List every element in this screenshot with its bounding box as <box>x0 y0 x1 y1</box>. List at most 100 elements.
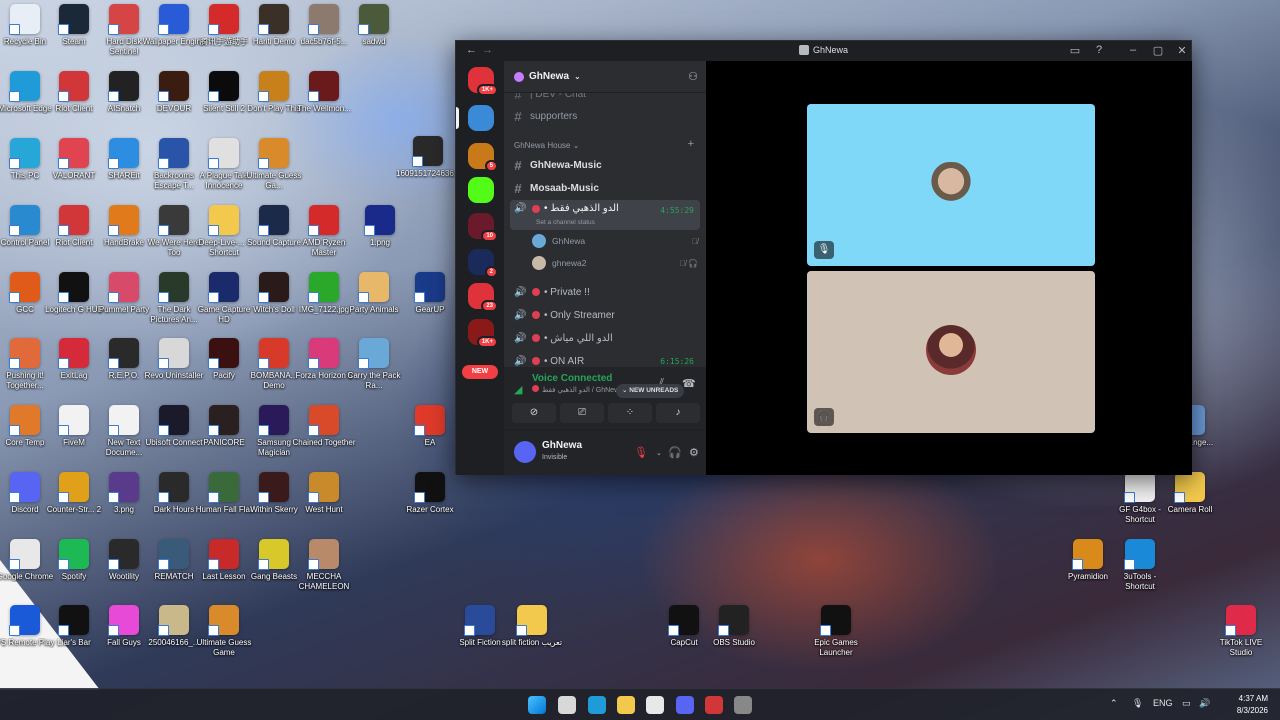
desktop-icon[interactable]: Ultimate Guess Ga... <box>244 138 304 200</box>
close-icon[interactable]: ✕ <box>1175 44 1189 57</box>
add-channel-icon[interactable]: + <box>688 138 694 150</box>
voice-channel[interactable]: 🔊 • Private !! <box>510 281 700 303</box>
desktop-icon[interactable]: Razer Cortex <box>400 472 460 534</box>
channel-ghnewa-music[interactable]: # GhNewa-Music <box>512 156 601 174</box>
app-icon[interactable] <box>734 696 752 714</box>
settings-gear-icon[interactable]: ⚙ <box>689 446 699 459</box>
image-file-icon <box>308 4 339 35</box>
chrome-icon[interactable] <box>646 696 664 714</box>
game-icon <box>208 539 239 570</box>
clock[interactable]: 4:37 AM 8/3/2026 <box>1237 693 1268 717</box>
windows-start-icon[interactable] <box>528 696 546 714</box>
desktop-icon[interactable]: AMD Ryzen Master <box>294 205 354 267</box>
tray-overflow-icon[interactable]: ⌃ <box>1110 698 1118 709</box>
desktop-icon-label: Party Animals <box>349 305 399 314</box>
core-temp-icon <box>9 405 40 436</box>
back-arrow-icon[interactable]: ← <box>466 44 477 56</box>
discord-icon[interactable] <box>676 696 694 714</box>
game-icon <box>358 272 389 303</box>
desktop-icon[interactable]: Chained Together <box>292 405 356 467</box>
game-icon <box>208 71 239 102</box>
desktop-icon[interactable]: GearUP <box>400 272 460 334</box>
server-icon[interactable] <box>468 105 494 131</box>
desktop-icon[interactable]: Ultimate Guess Game <box>194 605 254 667</box>
channel-label: Mosaab-Music <box>530 182 599 194</box>
desktop-icon[interactable]: OBS Studio <box>704 605 764 667</box>
voice-channel[interactable]: 🔊 • الدو اللي مياش <box>510 327 700 349</box>
server-icon[interactable]: 1K+ <box>468 319 498 348</box>
channel-mosaab-music[interactable]: # Mosaab-Music <box>512 179 599 197</box>
desktop-icon[interactable]: MECCHA CHAMELEON <box>294 539 354 601</box>
capcut-icon <box>668 605 699 636</box>
add-friend-icon[interactable]: ⚇ <box>688 70 698 83</box>
speaker-icon: 🔊 <box>514 309 527 321</box>
discord-home-icon[interactable]: 1K+ <box>468 67 498 96</box>
language-indicator[interactable]: ENG <box>1153 698 1173 708</box>
desktop-icon[interactable]: West Hunt <box>294 472 354 534</box>
server-header[interactable]: GhNewa ⌄ ⚇ <box>504 61 706 93</box>
ps-remote-icon <box>9 605 40 636</box>
pubg-icon[interactable]: 23 <box>468 283 498 312</box>
inbox-icon[interactable]: ▭ <box>1068 44 1082 57</box>
avatar[interactable] <box>514 441 536 463</box>
task-view-icon[interactable] <box>558 696 576 714</box>
desktop-icon[interactable]: Camera Roll <box>1160 472 1220 534</box>
volume-icon[interactable]: 🔊 <box>1199 698 1210 709</box>
category-header[interactable]: GhNewa House ⌄ <box>514 141 579 150</box>
kick-icon[interactable] <box>468 177 494 203</box>
desktop-icon[interactable]: Party Animals <box>344 272 404 334</box>
video-off-icon: ⊘ <box>529 407 539 418</box>
forward-arrow-icon[interactable]: → <box>482 44 493 56</box>
server-icon[interactable]: 10 <box>468 213 498 242</box>
avatar <box>532 234 546 248</box>
new-unreads-pill[interactable]: ⌄ NEW UNREADS <box>616 384 685 398</box>
voice-user[interactable]: ghnewa2 🎙̸ 🎧 <box>532 255 698 271</box>
maximize-icon[interactable]: ▢ <box>1151 44 1165 57</box>
voice-location: الدو الذهبي فقط / GhNewa <box>542 387 624 394</box>
screen-share-button[interactable]: ⎚ <box>560 403 604 423</box>
desktop-icon[interactable]: Split Fiction <box>450 605 510 667</box>
channel-supporters[interactable]: # supporters <box>512 107 577 125</box>
desktop-icon[interactable]: 3uTools - Shortcut <box>1110 539 1170 601</box>
server-icon[interactable]: 5 <box>468 143 498 172</box>
desktop-icon[interactable]: sadwd <box>344 4 404 66</box>
game-icon <box>208 405 239 436</box>
desktop-icon[interactable]: Epic Games Launcher <box>806 605 866 667</box>
desktop-icon[interactable]: 1.png <box>350 205 410 267</box>
network-icon[interactable]: ▭ <box>1182 698 1191 709</box>
desktop-icon[interactable]: 1609151724636.jpeg <box>396 136 460 198</box>
new-servers-tag[interactable]: NEW <box>462 365 498 379</box>
voice-channel-name: • الدو اللي مياش <box>544 332 613 344</box>
activities-button[interactable]: ⁘ <box>608 403 652 423</box>
epic-games-icon <box>820 605 851 636</box>
desktop-icon[interactable]: The Wellmon... <box>294 71 354 133</box>
disconnect-icon[interactable]: ☎ <box>682 377 696 390</box>
minimize-icon[interactable]: – <box>1126 44 1140 56</box>
server-icon[interactable]: 2 <box>468 249 498 278</box>
desktop-icon[interactable]: split fiction تعريب <box>502 605 562 667</box>
game-icon <box>158 272 189 303</box>
help-icon[interactable]: ? <box>1092 44 1106 56</box>
spotify-icon <box>58 539 89 570</box>
channel-status-hint[interactable]: Set a channel status <box>536 219 595 226</box>
desktop-icon[interactable]: EA <box>400 405 460 467</box>
edge-icon[interactable] <box>588 696 606 714</box>
microphone-icon[interactable]: 🎙 <box>1132 698 1143 709</box>
status-dot <box>532 288 540 296</box>
image-file-icon <box>308 272 339 303</box>
headphones-icon[interactable]: 🎧 <box>668 446 682 459</box>
video-off-button[interactable]: ⊘ <box>512 403 556 423</box>
signal-icon[interactable]: ◢ <box>514 383 522 396</box>
chevron-down-icon[interactable]: ⌄ <box>656 449 662 457</box>
participant-tile-1[interactable]: 🎙 <box>807 104 1095 266</box>
participant-tile-2[interactable]: 🎧 <box>807 271 1095 433</box>
file-explorer-icon[interactable] <box>617 696 635 714</box>
voice-channel[interactable]: 🔊 • Only Streamer <box>510 304 700 326</box>
voice-channel-active[interactable]: 🔊 • الدو الذهبي فقط 4:55:29 Set a channe… <box>510 200 700 230</box>
mic-muted-icon[interactable]: 🎙 <box>634 446 648 459</box>
desktop-icon[interactable]: TikTok LIVE Studio <box>1211 605 1271 667</box>
voice-user[interactable]: GhNewa 🎙̸ <box>532 233 698 249</box>
soundboard-button[interactable]: ♪ <box>656 403 700 423</box>
riot-icon[interactable] <box>705 696 723 714</box>
desktop-icon[interactable]: Carry the Pack Ra... <box>344 338 404 400</box>
